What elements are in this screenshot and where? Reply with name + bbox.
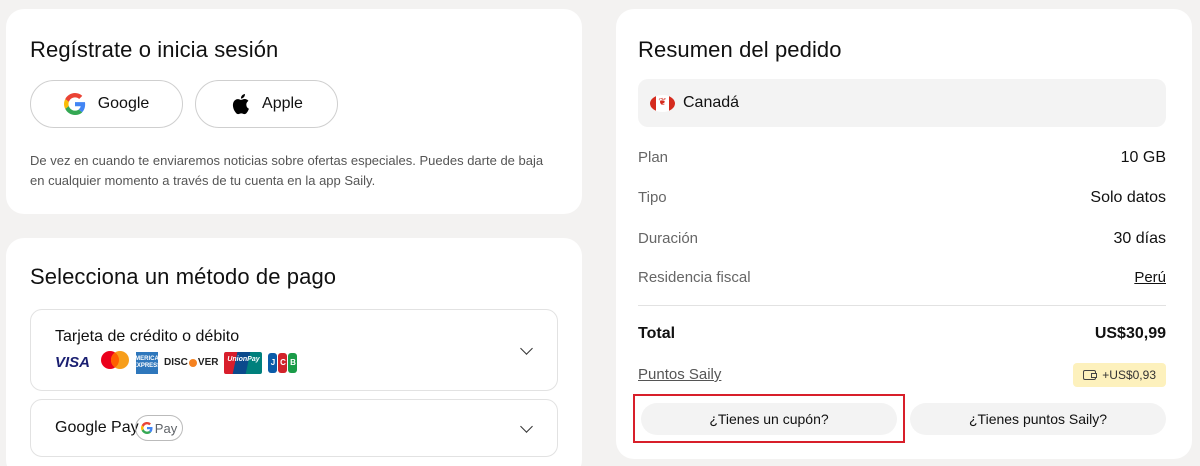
signup-card: Regístrate o inicia sesión Google Apple … — [6, 9, 582, 214]
discover-logo: DISC VER — [164, 357, 219, 368]
summary-total-row: Total US$30,99 — [638, 325, 1166, 343]
order-summary-card: Resumen del pedido ❦ Canadá Plan 10 GB T… — [616, 9, 1192, 459]
unionpay-logo: UnionPay — [224, 351, 263, 374]
chevron-down-icon — [520, 342, 533, 355]
payment-method-card: Selecciona un método de pago Tarjeta de … — [6, 238, 582, 466]
saily-points-link[interactable]: Puntos Saily — [638, 366, 721, 383]
mastercard-logo — [100, 350, 130, 375]
newsletter-note: De vez en cuando te enviaremos noticias … — [30, 153, 544, 188]
payment-title: Selecciona un método de pago — [30, 264, 337, 289]
apple-button-label: Apple — [262, 95, 303, 112]
google-pay-option[interactable]: Google Pay Pay — [30, 399, 558, 457]
summary-divider — [638, 305, 1166, 306]
canada-flag-icon: ❦ — [650, 94, 675, 112]
country-selector[interactable]: ❦ Canadá — [638, 79, 1166, 127]
summary-row-type: Tipo Solo datos — [638, 189, 1166, 206]
card-option-label: Tarjeta de crédito o débito — [55, 328, 240, 345]
google-pay-badge: Pay — [135, 415, 183, 441]
summary-title: Resumen del pedido — [638, 37, 842, 62]
jcb-logo: J C B — [268, 352, 298, 373]
card-payment-option[interactable]: Tarjeta de crédito o débito VISA AMERICA… — [30, 309, 558, 391]
saily-points-button[interactable]: ¿Tienes puntos Saily? — [910, 403, 1166, 435]
tax-residence-link[interactable]: Perú — [1134, 269, 1166, 286]
signup-title: Regístrate o inicia sesión — [30, 37, 279, 62]
wallet-icon — [1083, 370, 1098, 380]
google-icon — [63, 93, 86, 115]
coupon-highlight-box — [633, 394, 905, 443]
visa-logo: VISA — [55, 354, 91, 371]
amex-logo: AMERICAN EXPRESS — [131, 351, 163, 374]
total-value: US$30,99 — [1094, 325, 1166, 342]
summary-row-tax-residence: Residencia fiscal Perú — [638, 269, 1166, 286]
google-g-icon — [140, 422, 153, 434]
apple-icon — [230, 93, 250, 115]
total-label: Total — [638, 325, 676, 342]
card-brand-logos: VISA AMERICAN EXPRESS DISC VER UnionPay J… — [55, 350, 298, 375]
summary-row-plan: Plan 10 GB — [638, 149, 1166, 166]
apple-signin-button[interactable]: Apple — [195, 80, 338, 128]
country-label: Canadá — [683, 94, 740, 111]
points-earned-badge: +US$0,93 — [1073, 363, 1166, 387]
google-button-label: Google — [97, 95, 150, 112]
google-signin-button[interactable]: Google — [30, 80, 183, 128]
chevron-down-icon — [520, 420, 533, 433]
summary-row-duration: Duración 30 días — [638, 230, 1166, 247]
google-pay-label: Google Pay — [55, 419, 139, 436]
